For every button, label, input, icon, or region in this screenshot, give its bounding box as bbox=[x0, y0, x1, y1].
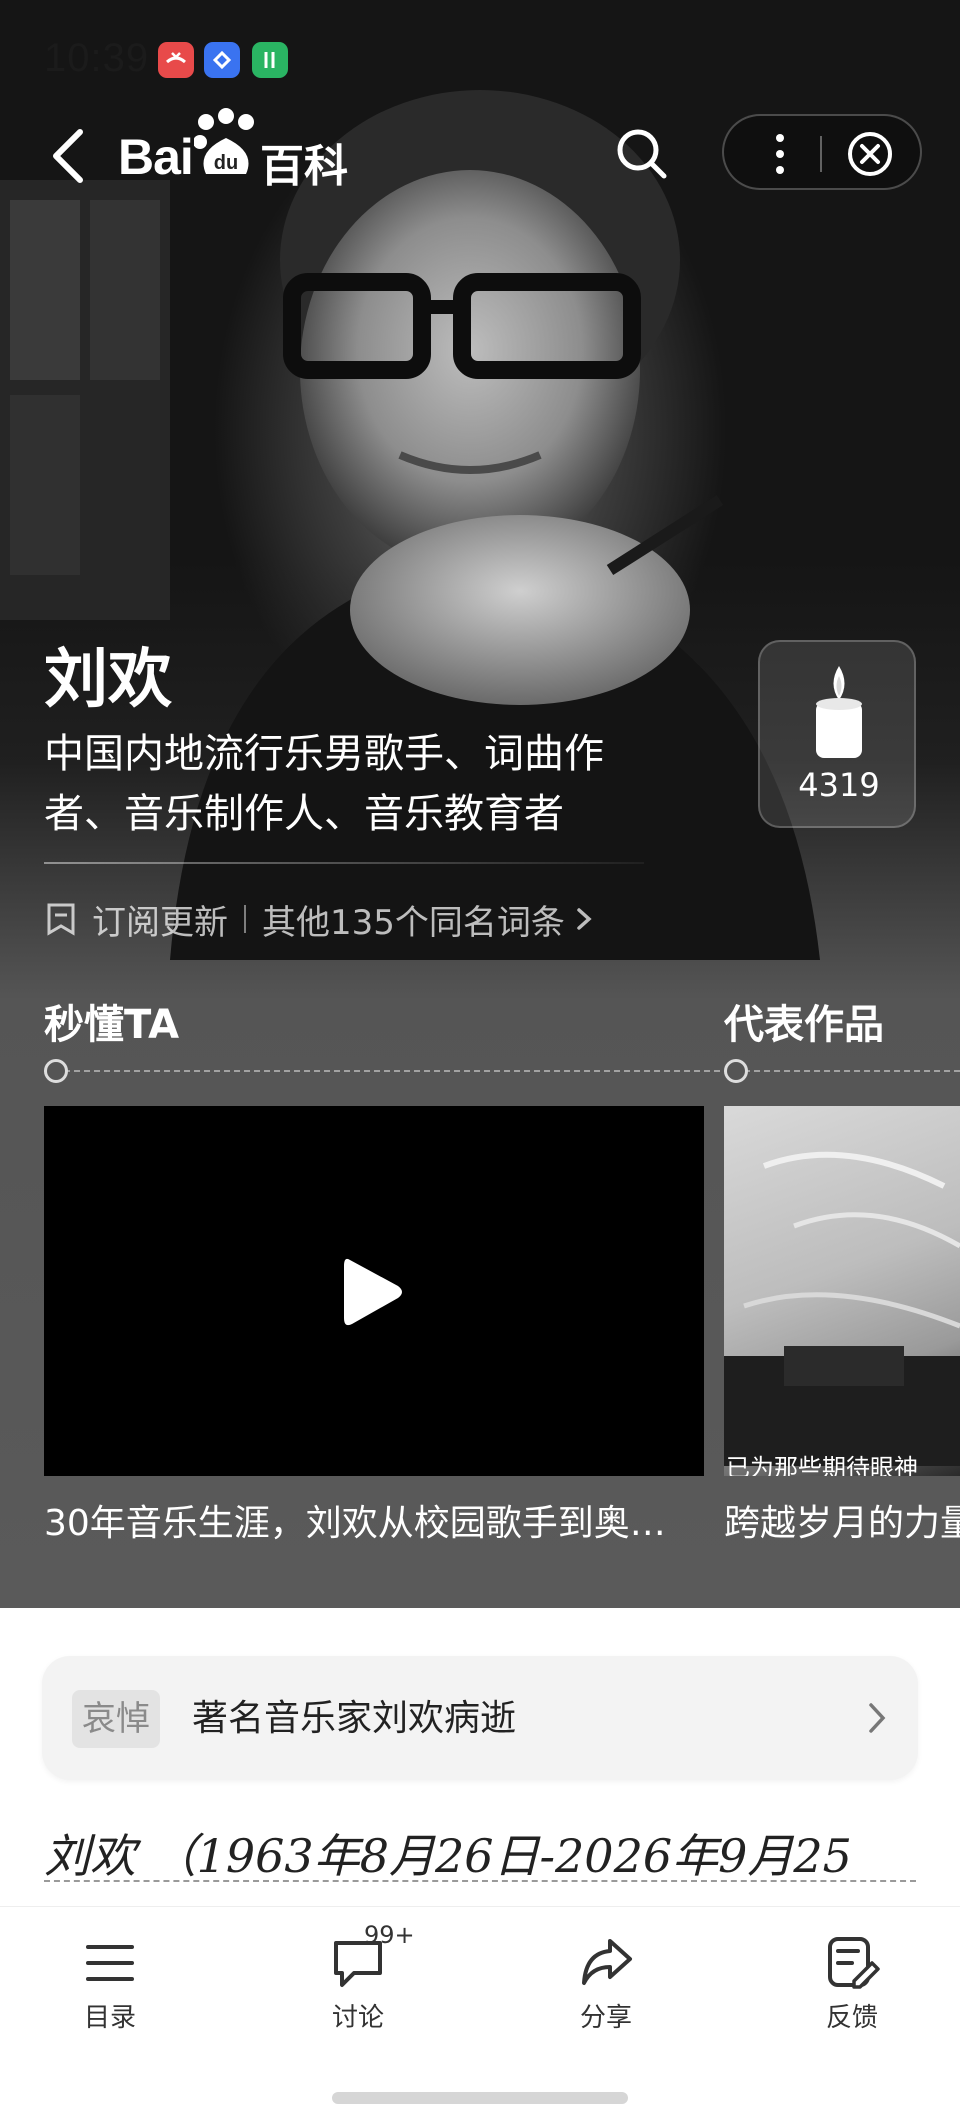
work-thumbnail-image bbox=[724, 1151, 960, 1466]
timeline-dot-works bbox=[724, 1059, 748, 1083]
candle-count: 4319 bbox=[798, 766, 880, 804]
article-heading-underline bbox=[44, 1880, 916, 1882]
chevron-right-icon bbox=[869, 1703, 886, 1733]
video-caption[interactable]: 30年音乐生涯，刘欢从校园歌手到奥… bbox=[44, 1494, 704, 1546]
timeline-dot-quick bbox=[44, 1059, 68, 1083]
logo-du-text: du bbox=[214, 152, 238, 174]
work-thumbnail-subtitle: 已为那些期待眼神 bbox=[726, 1454, 918, 1476]
baidu-baike-logo: Bai du 百科 bbox=[118, 108, 348, 192]
subscribe-link[interactable]: 订阅更新 bbox=[92, 895, 228, 944]
candle-icon bbox=[816, 666, 862, 758]
subscribe-row: 订阅更新 其他135个同名词条 bbox=[44, 894, 595, 944]
mourning-text: 著名音乐家刘欢病逝 bbox=[192, 1698, 517, 1739]
mini-program-capsule bbox=[722, 114, 922, 190]
tab-share-label: 分享 bbox=[579, 2003, 632, 2033]
feedback-icon bbox=[828, 1937, 880, 1989]
phone-missed-icon bbox=[158, 42, 194, 78]
section-works-title[interactable]: 代表作品 bbox=[724, 992, 884, 1050]
tab-contents[interactable]: 目录 bbox=[40, 1935, 180, 2045]
hero-banner: 10:39 Bai du 百科 刘欢 中国内地流行乐男歌手、词曲作者、音乐制作人… bbox=[0, 0, 960, 1608]
tab-feedback-label: 反馈 bbox=[825, 2003, 878, 2033]
tab-feedback[interactable]: 反馈 bbox=[782, 1935, 922, 2045]
share-icon bbox=[582, 1939, 632, 1985]
tab-discussion[interactable]: 讨论 bbox=[288, 1935, 428, 2045]
tab-share[interactable]: 分享 bbox=[536, 1935, 676, 2045]
logo-bai-text: Bai bbox=[118, 129, 194, 185]
chevron-right-icon bbox=[577, 908, 592, 930]
subscribe-separator bbox=[244, 905, 246, 933]
status-time: 10:39 bbox=[44, 36, 150, 80]
data-transfer-icon bbox=[252, 42, 288, 78]
other-entries-link[interactable]: 其他135个同名词条 bbox=[262, 895, 565, 944]
work-caption[interactable]: 跨越岁月的力量 bbox=[724, 1494, 960, 1546]
home-indicator[interactable] bbox=[332, 2092, 628, 2104]
play-icon[interactable] bbox=[340, 1254, 406, 1330]
mourning-notice-card[interactable]: 哀悼 著名音乐家刘欢病逝 bbox=[42, 1656, 918, 1780]
article-heading: 刘欢 （1963年8月26日-2026年9月25 bbox=[44, 1829, 852, 1883]
back-icon[interactable] bbox=[46, 126, 92, 186]
search-icon[interactable] bbox=[614, 126, 670, 182]
list-icon bbox=[86, 1945, 134, 1981]
candle-tribute-button[interactable]: 4319 bbox=[758, 640, 916, 828]
tab-contents-label: 目录 bbox=[83, 2003, 136, 2033]
sync-icon bbox=[204, 42, 240, 78]
tab-discussion-label: 讨论 bbox=[331, 2003, 384, 2033]
logo-baike-text: 百科 bbox=[260, 141, 348, 192]
mourning-tag: 哀悼 bbox=[72, 1690, 160, 1748]
capsule-divider bbox=[820, 136, 822, 172]
close-icon[interactable] bbox=[846, 130, 894, 178]
paw-logo-icon: du bbox=[194, 108, 254, 174]
discussion-badge: 99+ bbox=[364, 1921, 415, 1949]
person-name: 刘欢 bbox=[44, 643, 172, 717]
work-card[interactable]: 已为那些期待眼神 bbox=[724, 1106, 960, 1476]
person-description: 中国内地流行乐男歌手、词曲作者、音乐制作人、音乐教育者 bbox=[44, 731, 604, 837]
more-icon[interactable] bbox=[760, 132, 800, 176]
timeline-line bbox=[44, 1070, 960, 1072]
title-divider bbox=[44, 862, 644, 864]
video-card[interactable] bbox=[44, 1106, 704, 1476]
section-quick-title[interactable]: 秒懂TA bbox=[44, 992, 179, 1050]
bookmark-icon[interactable] bbox=[44, 902, 78, 936]
status-bar: 10:39 bbox=[0, 0, 960, 100]
